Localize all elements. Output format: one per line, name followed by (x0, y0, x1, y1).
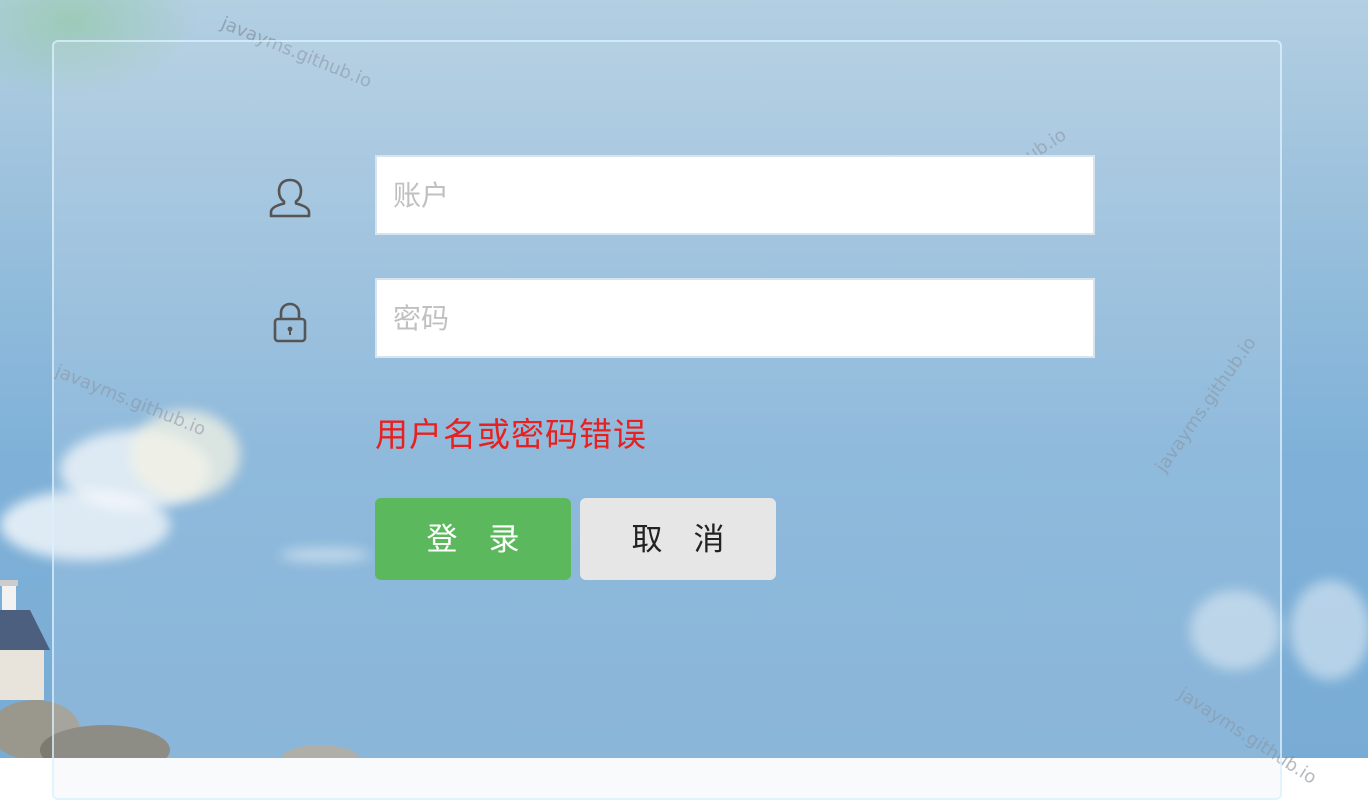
cloud (1290, 580, 1368, 680)
login-button[interactable]: 登 录 (375, 498, 571, 580)
error-message: 用户名或密码错误 (375, 415, 647, 454)
user-icon (269, 178, 311, 218)
password-input[interactable] (375, 278, 1095, 358)
house-illustration (0, 580, 50, 700)
cancel-button[interactable]: 取 消 (580, 498, 776, 580)
username-input[interactable] (375, 155, 1095, 235)
login-panel (52, 40, 1282, 800)
lock-icon (273, 302, 307, 343)
